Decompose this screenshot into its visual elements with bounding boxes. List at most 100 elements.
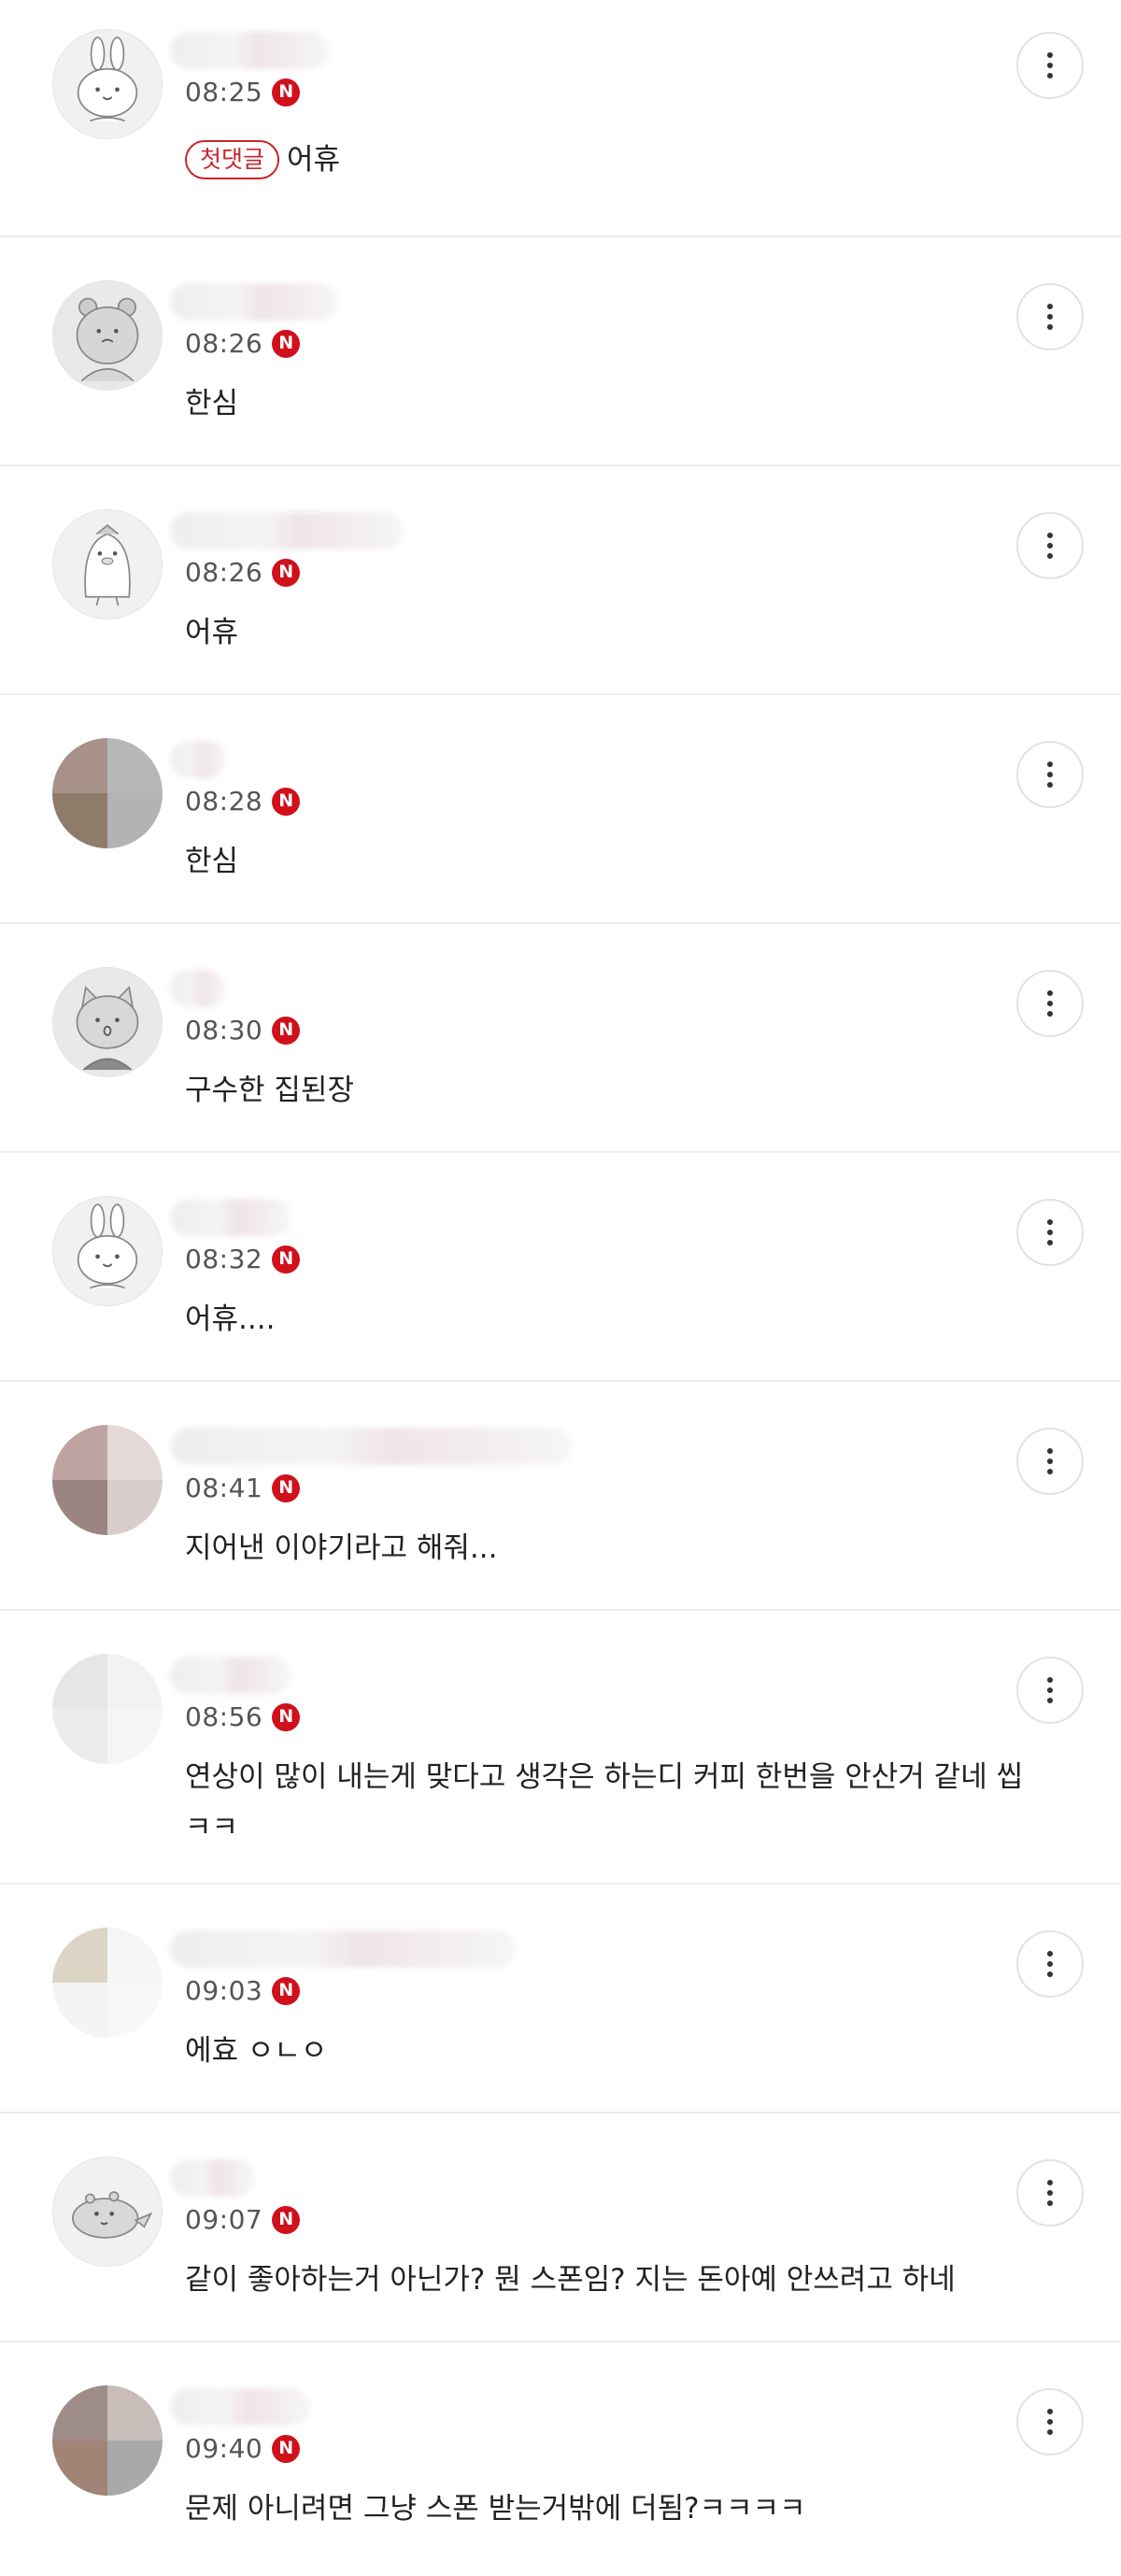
more-vertical-icon xyxy=(1047,1951,1053,1957)
more-vertical-icon-dot xyxy=(1047,543,1053,548)
more-vertical-icon-dot xyxy=(1047,2200,1053,2206)
profile-avatar-photo[interactable] xyxy=(52,1654,163,1764)
more-vertical-icon-dot xyxy=(1047,1687,1053,1693)
more-vertical-icon xyxy=(1047,1448,1053,1454)
more-vertical-icon-dot xyxy=(1047,1698,1053,1703)
comment-text: 어휴 xyxy=(185,616,239,649)
comment-time: 08:25 xyxy=(185,77,263,107)
more-vertical-icon-dot xyxy=(1047,1469,1053,1474)
avatar-blur-mosaic xyxy=(52,1928,163,2038)
nickname-redacted xyxy=(170,1657,291,1694)
more-vertical-icon-dot xyxy=(1047,1240,1053,1245)
more-options-button[interactable] xyxy=(1016,1428,1084,1495)
comment-text: 에효 ㅇㄴㅇ xyxy=(185,2034,328,2068)
nickname-redacted xyxy=(170,1930,516,1968)
comment-meta: 08:25 N xyxy=(185,77,301,107)
more-vertical-icon xyxy=(1047,1219,1053,1225)
comment-time: 08:32 xyxy=(185,1244,263,1274)
comment-item: 08:26 N 어휴 xyxy=(0,466,1121,695)
comment-item: 08:32 N 어휴.... xyxy=(0,1153,1121,1382)
more-vertical-icon xyxy=(1047,1677,1053,1683)
more-vertical-icon xyxy=(1047,533,1053,538)
avatar-blur-mosaic xyxy=(52,2385,163,2496)
naver-n-badge-icon: N xyxy=(272,558,301,587)
more-vertical-icon xyxy=(1047,52,1053,58)
nickname-redacted xyxy=(170,2159,254,2197)
more-options-button[interactable] xyxy=(1016,32,1084,99)
comment-time: 08:26 xyxy=(185,557,263,588)
comment-body: 구수한 집된장 xyxy=(185,1065,1031,1116)
more-options-button[interactable] xyxy=(1016,512,1084,579)
comment-time: 08:41 xyxy=(185,1473,263,1503)
more-vertical-icon-dot xyxy=(1047,1971,1053,1977)
comment-body: 어휴 xyxy=(185,607,1031,658)
more-options-button[interactable] xyxy=(1016,2159,1084,2227)
nickname-redacted xyxy=(170,1199,291,1236)
more-vertical-icon-dot xyxy=(1047,553,1053,559)
comment-text: 어휴.... xyxy=(185,1302,276,1336)
avatar-blur-mosaic xyxy=(52,738,163,848)
comment-meta: 08:41 N xyxy=(185,1473,301,1503)
more-options-button[interactable] xyxy=(1016,741,1084,808)
first-comment-badge: 첫댓글 xyxy=(185,140,280,179)
comment-item: 08:26 N 한심 xyxy=(0,237,1121,466)
more-options-button[interactable] xyxy=(1016,2388,1084,2455)
profile-avatar-penguin-icon[interactable] xyxy=(52,509,163,619)
comment-meta: 08:32 N xyxy=(185,1244,301,1274)
profile-avatar-bear-icon[interactable] xyxy=(52,280,163,391)
comment-meta: 08:56 N xyxy=(185,1701,301,1732)
comment-text: 지어낸 이야기라고 해줘... xyxy=(185,1531,498,1565)
more-vertical-icon-dot xyxy=(1047,2419,1053,2425)
profile-avatar-dino-icon[interactable] xyxy=(52,2156,163,2267)
comment-text: 어휴 xyxy=(287,143,341,177)
profile-avatar-photo[interactable] xyxy=(52,1928,163,2038)
more-options-button[interactable] xyxy=(1016,1199,1084,1266)
comment-body: 같이 좋아하는거 아닌가? 뭔 스폰임? 지는 돈아예 안쓰려고 하네 xyxy=(185,2255,1031,2305)
naver-n-badge-icon: N xyxy=(272,1473,301,1502)
more-options-button[interactable] xyxy=(1016,1930,1084,1998)
more-options-button[interactable] xyxy=(1016,1657,1084,1724)
nickname-redacted xyxy=(170,1428,572,1465)
comment-time: 08:26 xyxy=(185,328,263,359)
profile-avatar-photo[interactable] xyxy=(52,738,163,848)
comment-time: 09:07 xyxy=(185,2204,263,2235)
comment-item: 09:40 N 문제 아니려면 그냥 스폰 받는거밖에 더됨?ㅋㅋㅋㅋ xyxy=(0,2342,1121,2576)
more-vertical-icon-dot xyxy=(1047,782,1053,788)
comment-text: 한심 xyxy=(185,845,239,878)
comment-item: 08:25 N 첫댓글 어휴 xyxy=(0,0,1121,237)
comment-body: 지어낸 이야기라고 해줘... xyxy=(185,1523,1031,1573)
comment-text: 구수한 집된장 xyxy=(185,1074,354,1107)
profile-avatar-rabbit-icon[interactable] xyxy=(52,1196,163,1306)
comment-meta: 08:30 N xyxy=(185,1015,301,1046)
avatar-blur-mosaic xyxy=(52,1654,163,1764)
comment-item: 08:56 N 연상이 많이 내는게 맞다고 생각은 하는디 커피 한번을 안산… xyxy=(0,1611,1121,1885)
avatar-blur-mosaic xyxy=(52,1425,163,1535)
comment-body: 어휴.... xyxy=(185,1294,1031,1345)
profile-avatar-cat-icon[interactable] xyxy=(52,967,163,1077)
nickname-redacted xyxy=(170,741,226,778)
comment-item: 08:41 N 지어낸 이야기라고 해줘... xyxy=(0,1382,1121,1611)
comment-body: 에효 ㅇㄴㅇ xyxy=(185,2026,1031,2076)
comment-list: 08:25 N 첫댓글 어휴 08:26 N 한심 08:26 N 어휴 08:… xyxy=(0,0,1121,2576)
comment-meta: 09:07 N xyxy=(185,2204,301,2235)
profile-avatar-photo[interactable] xyxy=(52,2385,163,2496)
comment-body: 문제 아니려면 그냥 스폰 받는거밖에 더됨?ㅋㅋㅋㅋ xyxy=(185,2483,1031,2534)
more-options-button[interactable] xyxy=(1016,970,1084,1037)
more-vertical-icon xyxy=(1047,761,1053,767)
comment-item: 09:07 N 같이 좋아하는거 아닌가? 뭔 스폰임? 지는 돈아예 안쓰려고… xyxy=(0,2113,1121,2342)
comment-meta: 08:26 N xyxy=(185,557,301,588)
more-options-button[interactable] xyxy=(1016,283,1084,350)
comment-text: 문제 아니려면 그냥 스폰 받는거밖에 더됨?ㅋㅋㅋㅋ xyxy=(185,2492,806,2526)
naver-n-badge-icon: N xyxy=(272,1245,301,1274)
naver-n-badge-icon: N xyxy=(272,2434,301,2463)
profile-avatar-rabbit-icon[interactable] xyxy=(52,29,163,139)
more-vertical-icon xyxy=(1047,2180,1053,2185)
comment-item: 08:30 N 구수한 집된장 xyxy=(0,924,1121,1153)
more-vertical-icon-dot xyxy=(1047,1459,1053,1464)
comment-body: 한심 xyxy=(185,378,1031,429)
profile-avatar-photo[interactable] xyxy=(52,1425,163,1535)
comment-body: 첫댓글 어휴 xyxy=(185,135,1031,185)
naver-n-badge-icon: N xyxy=(272,78,301,107)
comment-time: 09:03 xyxy=(185,1975,263,2006)
more-vertical-icon-dot xyxy=(1047,314,1053,320)
